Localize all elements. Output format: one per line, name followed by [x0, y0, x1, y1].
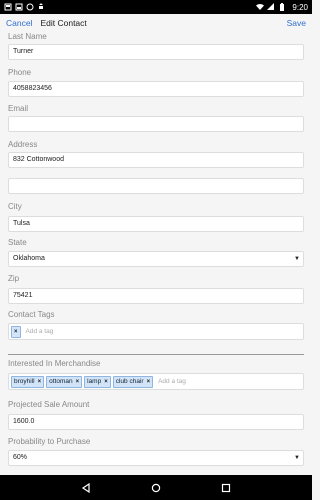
remove-tag-icon[interactable]: ×	[38, 379, 42, 385]
status-bar: 9:20	[0, 0, 312, 14]
merchandise-tags-field[interactable]: broyhill × ottoman × lamp × club chair × Add…	[8, 373, 304, 390]
last-name-field[interactable]: Turner	[8, 44, 304, 60]
notification-icon	[15, 3, 23, 11]
tag-chip[interactable]: broyhill ×	[11, 375, 45, 388]
contact-tags-field[interactable]: × Add a tag	[8, 323, 304, 340]
recents-icon[interactable]	[219, 481, 233, 495]
tag-chip[interactable]: ×	[11, 325, 21, 338]
tag-label: broyhill	[14, 378, 35, 385]
tag-input[interactable]: Add a tag	[158, 378, 186, 385]
signal-icon	[267, 3, 275, 10]
city-label: City	[8, 202, 22, 211]
home-icon[interactable]	[149, 481, 163, 495]
form-scroll[interactable]: Last Name Turner Phone 4058823456 Email …	[0, 32, 312, 475]
back-icon[interactable]	[79, 481, 93, 495]
tag-label: lamp	[87, 378, 102, 385]
email-label: Email	[8, 104, 29, 113]
zip-label: Zip	[8, 274, 20, 283]
page-title: Edit Contact	[40, 18, 87, 28]
notification-icon	[4, 3, 12, 11]
phone-label: Phone	[8, 68, 32, 77]
sync-icon	[26, 3, 34, 11]
state-label: State	[8, 238, 27, 247]
address-field[interactable]: 832 Cottonwood	[8, 152, 304, 168]
save-button[interactable]: Save	[287, 18, 306, 28]
phone-field[interactable]: 4058823456	[8, 81, 304, 97]
projected-sale-label: Projected Sale Amount	[8, 400, 90, 409]
dropdown-arrow-icon: ▼	[294, 256, 300, 262]
wifi-icon	[256, 3, 265, 10]
dropdown-arrow-icon: ▼	[294, 455, 300, 461]
probability-select[interactable]: 60% ▼	[8, 450, 304, 466]
state-value: Oklahoma	[13, 255, 45, 262]
tag-label: club chair	[115, 378, 144, 385]
last-name-label: Last Name	[8, 32, 47, 41]
city-field[interactable]: Tulsa	[8, 216, 304, 232]
section-divider	[8, 354, 304, 355]
contact-tags-label: Contact Tags	[8, 310, 55, 319]
email-field[interactable]	[8, 116, 304, 132]
tag-input[interactable]: Add a tag	[26, 328, 54, 335]
tag-chip[interactable]: club chair ×	[112, 375, 154, 388]
merchandise-label: Interested In Merchandise	[8, 359, 101, 368]
remove-tag-icon[interactable]: ×	[104, 379, 108, 385]
battery-icon	[280, 3, 285, 11]
probability-value: 60%	[13, 454, 28, 461]
zip-field[interactable]: 75421	[8, 288, 304, 304]
address-label: Address	[8, 140, 38, 149]
remove-tag-icon[interactable]: ×	[14, 329, 18, 335]
state-select[interactable]: Oklahoma ▼	[8, 251, 304, 267]
tag-chip[interactable]: ottoman ×	[46, 375, 83, 388]
tag-label: ottoman	[49, 378, 73, 385]
navigation-bar	[0, 475, 312, 500]
android-icon	[39, 3, 43, 9]
remove-tag-icon[interactable]: ×	[147, 379, 151, 385]
probability-label: Probability to Purchase	[8, 437, 91, 446]
status-time: 9:20	[292, 2, 308, 12]
remove-tag-icon[interactable]: ×	[76, 379, 80, 385]
address-line2-field[interactable]	[8, 178, 304, 194]
action-bar: Cancel Edit Contact Save	[0, 14, 312, 32]
tag-chip[interactable]: lamp ×	[84, 375, 111, 388]
projected-sale-field[interactable]: 1600.0	[8, 414, 304, 430]
cancel-button[interactable]: Cancel	[6, 18, 32, 28]
